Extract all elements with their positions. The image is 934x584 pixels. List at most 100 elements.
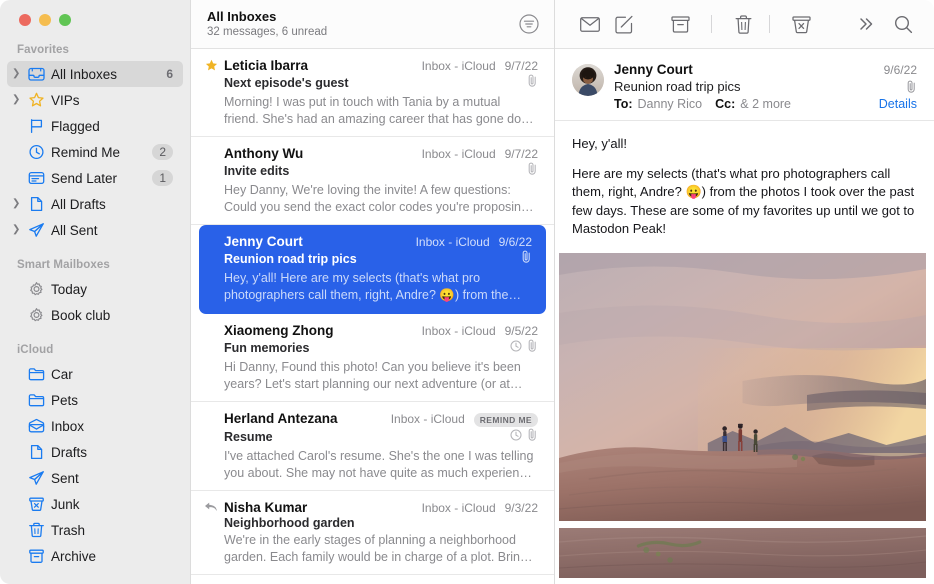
message-list-item[interactable]: Anthony Wu Inbox - iCloud 9/7/22 Invite … <box>191 137 554 225</box>
sidebar-item-junk[interactable]: Junk <box>7 491 183 517</box>
inbox-tray-icon <box>25 66 47 82</box>
message-sender: Jenny Court <box>224 234 303 249</box>
sidebar-section-gap <box>0 328 190 338</box>
message-list-item[interactable]: Rigo Rangel Inbox - iCloud 9/2/22 Park P… <box>191 575 554 584</box>
message-preview: Morning! I was put in touch with Tania b… <box>224 95 538 126</box>
sidebar-item-trash[interactable]: Trash <box>7 517 183 543</box>
sidebar-item-car[interactable]: Car <box>7 361 183 387</box>
gear-icon <box>25 281 47 297</box>
mailbox-status: 32 messages, 6 unread <box>207 25 328 38</box>
document-icon <box>25 196 47 212</box>
message-list-item[interactable]: Herland Antezana Inbox - iCloud REMIND M… <box>191 402 554 491</box>
sidebar-item-vips[interactable]: ❯ VIPs <box>7 87 183 113</box>
archive-box-icon <box>25 548 47 564</box>
chevron-right-icon[interactable]: ❯ <box>12 69 25 79</box>
sidebar-item-book-club[interactable]: Book club <box>7 302 183 328</box>
chevron-right-icon[interactable]: ❯ <box>12 95 25 105</box>
chevron-double-right-icon[interactable] <box>849 10 883 38</box>
sidebar-item-send-later[interactable]: Send Later 1 <box>7 165 183 191</box>
cc-label: Cc: <box>715 97 736 111</box>
sidebar-item-drafts[interactable]: Drafts <box>7 439 183 465</box>
sidebar-item-all-drafts[interactable]: ❯ All Drafts <box>7 191 183 217</box>
message-list-item[interactable]: Jenny Court Inbox - iCloud 9/6/22 Reunio… <box>199 225 546 314</box>
sidebar-item-today[interactable]: Today <box>7 276 183 302</box>
message-sender: Herland Antezana <box>224 411 338 426</box>
sidebar-item-sent[interactable]: Sent <box>7 465 183 491</box>
paper-plane-icon <box>25 222 47 238</box>
delete-button[interactable] <box>726 10 760 38</box>
message-mailbox: Inbox - iCloud <box>390 412 465 426</box>
star-icon <box>25 92 47 108</box>
photo-rock-texture[interactable] <box>559 527 926 578</box>
sidebar-item-archive[interactable]: Archive <box>7 543 183 569</box>
archive-button[interactable] <box>663 10 697 38</box>
sidebar-section-gap <box>0 243 190 253</box>
sidebar-section-title: Smart Mailboxes <box>17 259 110 271</box>
sidebar-item-all-sent[interactable]: ❯ All Sent <box>7 217 183 243</box>
chevron-right-icon[interactable]: ❯ <box>12 225 25 235</box>
message-list-column: All Inboxes 32 messages, 6 unread Letici… <box>190 0 555 584</box>
replied-arrow-icon <box>203 501 219 517</box>
search-icon[interactable] <box>886 10 920 38</box>
message-header: Jenny Court 9/6/22 Reunion road trip pic… <box>555 49 934 121</box>
details-link[interactable]: Details <box>879 97 917 111</box>
message-list-item[interactable]: Xiaomeng Zhong Inbox - iCloud 9/5/22 Fun… <box>191 314 554 402</box>
inbox-icon <box>25 418 47 434</box>
message-sender: Anthony Wu <box>224 146 304 161</box>
toolbar-divider <box>769 15 770 33</box>
sidebar-item-all-inboxes[interactable]: ❯ All Inboxes 6 <box>7 61 183 87</box>
message-preview: Hi Danny, Found this photo! Can you beli… <box>224 360 521 391</box>
message-mailbox: Inbox - iCloud <box>421 147 496 161</box>
cc-value: & 2 more <box>740 97 792 111</box>
reading-pane-column: Jenny Court 9/6/22 Reunion road trip pic… <box>555 0 934 584</box>
sidebar-item-count: 6 <box>166 67 173 81</box>
message-subject: Reunion road trip pics <box>614 79 741 94</box>
avatar <box>572 64 604 96</box>
photo-sunset-ridge[interactable] <box>559 252 926 521</box>
window-traffic-lights <box>0 0 190 38</box>
message-list-item[interactable]: Nisha Kumar Inbox - iCloud 9/3/22 Neighb… <box>191 491 554 575</box>
body-paragraph: Hey, y'all! <box>572 136 627 151</box>
paperclip-icon <box>527 162 538 180</box>
message-subject: Reunion road trip pics <box>224 252 357 266</box>
message-list-header: All Inboxes 32 messages, 6 unread <box>191 0 554 49</box>
compose-button[interactable] <box>607 10 641 38</box>
junk-button[interactable] <box>784 10 818 38</box>
paperclip-icon <box>527 339 538 357</box>
close-button[interactable] <box>19 14 31 26</box>
sidebar-item-label: Flagged <box>51 118 100 134</box>
message-list-item[interactable]: Leticia Ibarra Inbox - iCloud 9/7/22 Nex… <box>191 49 554 137</box>
reminder-clock-icon <box>510 428 522 446</box>
sidebar-item-label: Remind Me <box>51 144 121 160</box>
sidebar-item-flagged[interactable]: Flagged <box>7 113 183 139</box>
sidebar-item-label: All Drafts <box>51 196 106 212</box>
sidebar-item-pets[interactable]: Pets <box>7 387 183 413</box>
message-mailbox: Inbox - iCloud <box>421 59 496 73</box>
message-date: 9/7/22 <box>504 147 538 161</box>
message-preview: We're in the early stages of planning a … <box>224 533 527 564</box>
paperclip-icon <box>521 250 532 268</box>
sender-name: Jenny Court <box>614 62 693 77</box>
remind-me-badge: REMIND ME <box>473 413 538 427</box>
mark-unread-button[interactable] <box>573 10 607 38</box>
maximize-button[interactable] <box>59 14 71 26</box>
mail-window: Favorites ❯ All Inboxes 6 ❯ VIPs Flagged Rem… <box>0 0 934 584</box>
sidebar: Favorites ❯ All Inboxes 6 ❯ VIPs Flagged Rem… <box>0 0 190 584</box>
sidebar-item-label: VIPs <box>51 92 80 108</box>
minimize-button[interactable] <box>39 14 51 26</box>
sidebar-section-title: Favorites <box>17 44 70 56</box>
chevron-right-icon[interactable]: ❯ <box>12 199 25 209</box>
sidebar-item-remind-me[interactable]: Remind Me 2 <box>7 139 183 165</box>
sidebar-item-label: Book club <box>51 307 111 323</box>
flag-icon <box>25 118 47 134</box>
message-body-text: Hey, y'all! Here are my selects (that's w… <box>555 121 934 249</box>
message-sender: Nisha Kumar <box>224 500 308 515</box>
message-subject: Next episode's guest <box>224 76 349 90</box>
message-list[interactable]: Leticia Ibarra Inbox - iCloud 9/7/22 Nex… <box>191 49 554 584</box>
sidebar-item-inbox[interactable]: Inbox <box>7 413 183 439</box>
document-icon <box>25 444 47 460</box>
filter-icon[interactable] <box>518 13 540 35</box>
sidebar-item-label: All Inboxes <box>51 66 118 82</box>
message-date: 9/3/22 <box>504 501 538 515</box>
sidebar-item-label: Drafts <box>51 444 88 460</box>
